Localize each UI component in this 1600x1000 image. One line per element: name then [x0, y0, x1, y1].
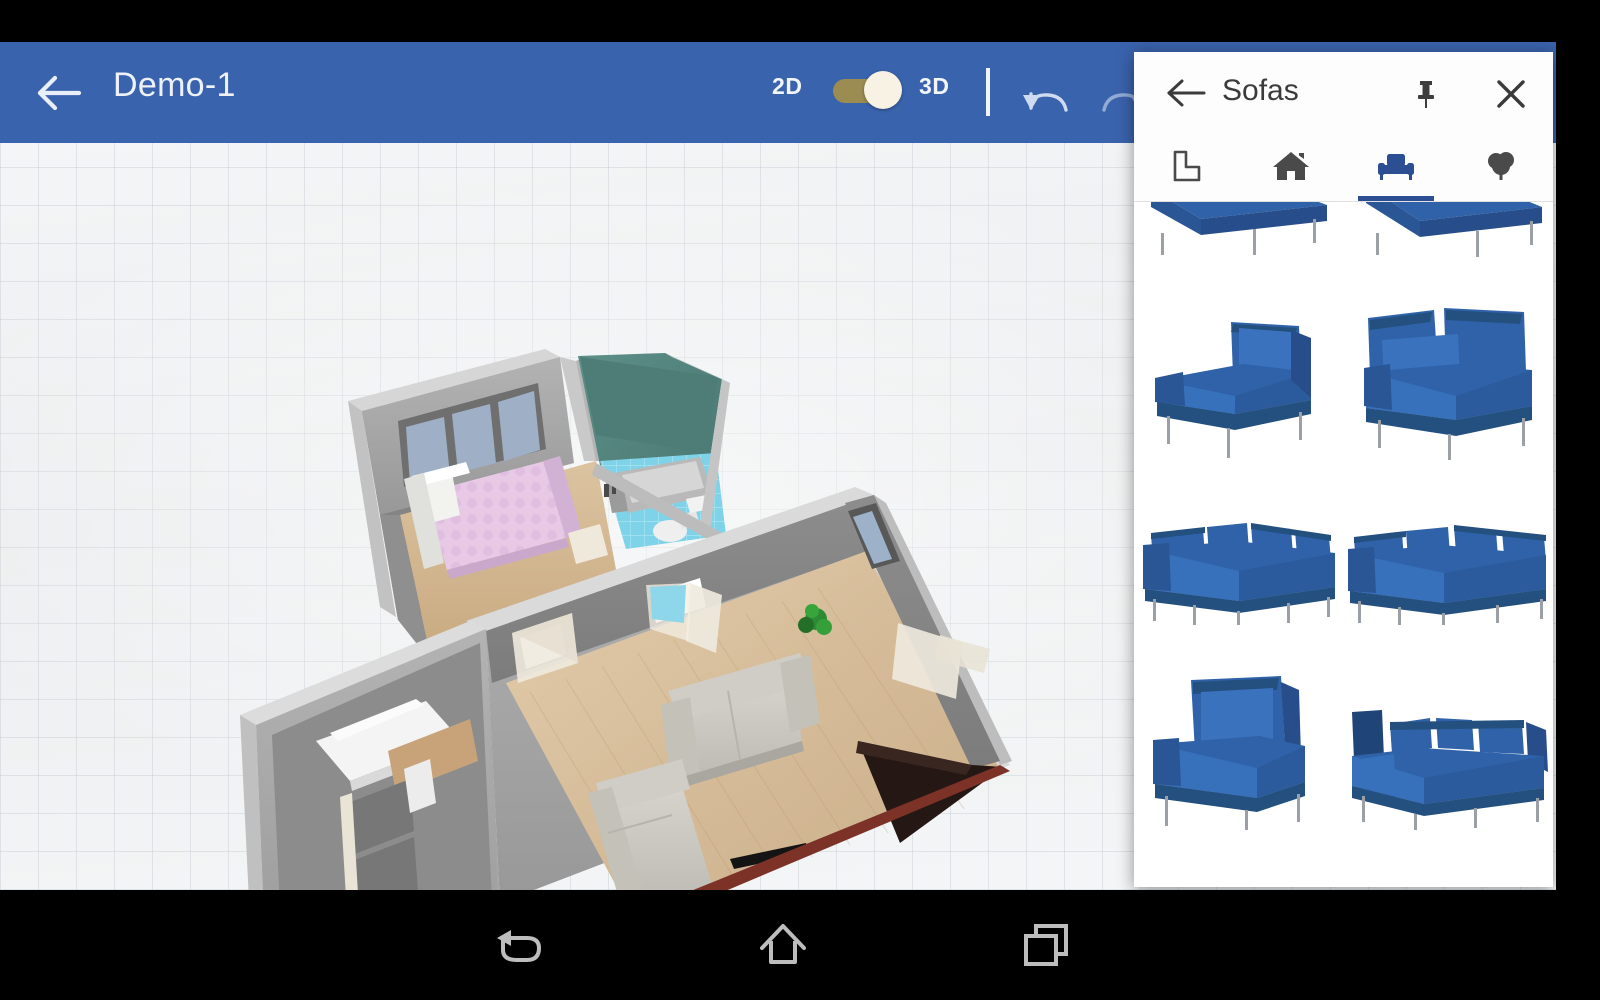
nav-recents-icon[interactable] — [1016, 914, 1078, 976]
house-icon — [1273, 152, 1310, 180]
catalog-item-sofa-bench-right[interactable] — [1344, 202, 1554, 268]
catalog-item-corner-section[interactable] — [1344, 268, 1554, 476]
floorplan-icon — [1174, 150, 1201, 182]
pin-icon[interactable] — [1406, 74, 1446, 114]
catalog-item-armless-chair-section[interactable] — [1134, 654, 1344, 838]
device-screen: Demo-1 2D 3D Sofas — [0, 0, 1600, 1000]
tab-outdoor[interactable] — [1448, 131, 1553, 201]
tab-furniture[interactable] — [1344, 131, 1449, 201]
catalog-row — [1134, 268, 1553, 476]
tab-rooms[interactable] — [1134, 131, 1239, 201]
furniture-item-grid[interactable] — [1134, 202, 1553, 887]
view-mode-toggle[interactable] — [833, 71, 902, 111]
system-navigation-bar — [0, 890, 1600, 1000]
page-title: Demo-1 — [113, 66, 236, 104]
catalog-item-chaise-lounge[interactable] — [1134, 268, 1344, 476]
sofa-icon — [1377, 154, 1414, 180]
catalog-item-sofa-bench-left[interactable] — [1134, 202, 1344, 268]
panel-tab-bar[interactable] — [1134, 131, 1553, 202]
panel-header: Sofas — [1134, 52, 1553, 131]
app-window: Demo-1 2D 3D Sofas — [0, 42, 1556, 890]
tab-underline — [1358, 196, 1434, 201]
panel-title: Sofas — [1222, 74, 1299, 107]
furniture-catalog-panel[interactable]: Sofas — [1134, 52, 1553, 887]
catalog-item-sectional-l-left[interactable] — [1134, 476, 1344, 654]
view-2d-label[interactable]: 2D — [772, 73, 803, 100]
toggle-knob — [864, 71, 902, 109]
close-icon[interactable] — [1489, 72, 1533, 116]
tree-icon — [1487, 152, 1514, 180]
view-3d-label[interactable]: 3D — [919, 73, 950, 100]
nav-back-icon[interactable] — [489, 914, 551, 976]
undo-icon[interactable] — [1022, 84, 1070, 122]
catalog-row — [1134, 476, 1553, 654]
panel-back-arrow-icon[interactable] — [1165, 76, 1209, 110]
nav-home-icon[interactable] — [752, 914, 814, 976]
catalog-row — [1134, 654, 1553, 838]
catalog-item-sectional-l-right[interactable] — [1344, 476, 1554, 654]
catalog-row — [1134, 202, 1553, 268]
catalog-item-chaise-sectional[interactable] — [1344, 654, 1554, 838]
back-arrow-icon[interactable] — [34, 70, 86, 116]
tab-structure[interactable] — [1239, 131, 1344, 201]
toolbar-divider — [986, 68, 990, 116]
